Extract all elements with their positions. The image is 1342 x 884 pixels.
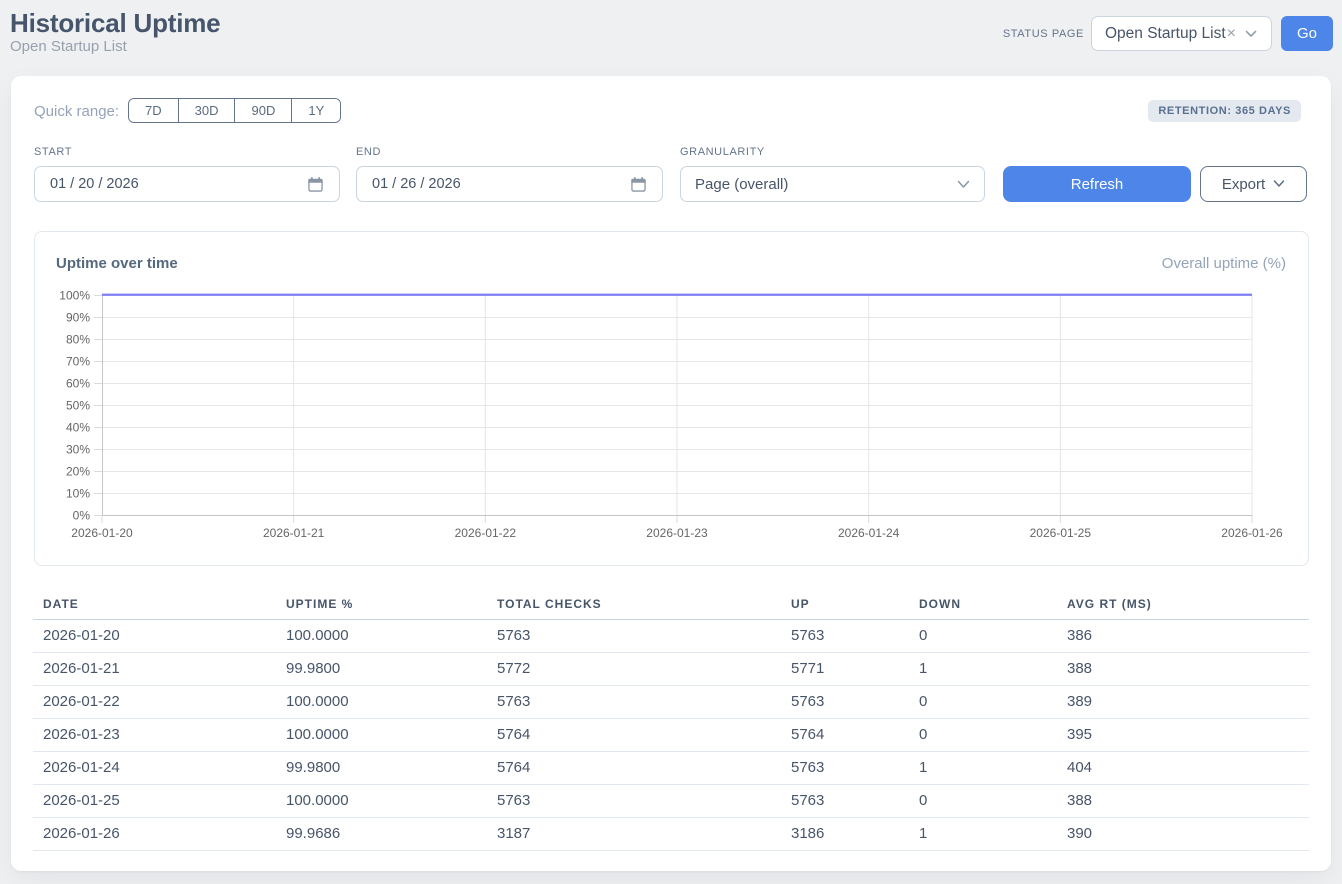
svg-text:50%: 50%: [66, 399, 90, 413]
svg-text:60%: 60%: [66, 377, 90, 391]
svg-text:40%: 40%: [66, 421, 90, 435]
svg-text:30%: 30%: [66, 443, 90, 457]
svg-text:2026-01-26: 2026-01-26: [1221, 526, 1283, 540]
svg-text:80%: 80%: [66, 333, 90, 347]
svg-text:2026-01-22: 2026-01-22: [455, 526, 517, 540]
svg-text:2026-01-20: 2026-01-20: [71, 526, 133, 540]
svg-text:2026-01-21: 2026-01-21: [263, 526, 325, 540]
svg-text:10%: 10%: [66, 487, 90, 501]
svg-text:2026-01-23: 2026-01-23: [646, 526, 708, 540]
svg-text:0%: 0%: [73, 509, 91, 523]
svg-text:2026-01-25: 2026-01-25: [1030, 526, 1092, 540]
svg-text:100%: 100%: [59, 289, 90, 303]
svg-text:20%: 20%: [66, 465, 90, 479]
svg-text:90%: 90%: [66, 311, 90, 325]
svg-text:2026-01-24: 2026-01-24: [838, 526, 900, 540]
svg-text:70%: 70%: [66, 355, 90, 369]
